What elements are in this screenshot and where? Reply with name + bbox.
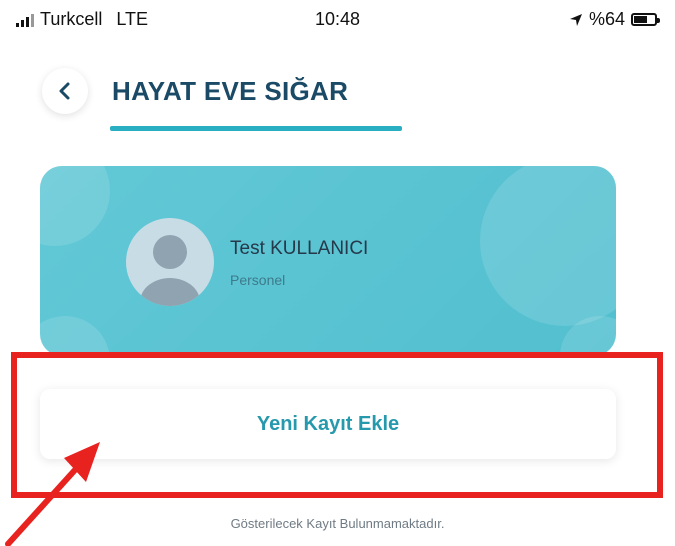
decor-bubble [40, 316, 110, 356]
back-button[interactable] [42, 68, 88, 114]
battery-percent: %64 [588, 9, 625, 29]
decor-bubble [40, 166, 110, 246]
avatar [126, 218, 214, 306]
location-arrow-icon [569, 13, 582, 26]
user-name: Test KULLANICI [230, 238, 369, 259]
battery-icon [631, 13, 660, 26]
status-right: %64 [569, 9, 660, 30]
profile-card: Test KULLANICI Personel [40, 166, 616, 356]
user-role: Personel [230, 272, 286, 288]
decor-bubble [480, 166, 616, 326]
empty-state-message: Gösterilecek Kayıt Bulunmamaktadır. [230, 516, 445, 531]
user-icon [140, 235, 200, 306]
status-bar: Turkcell LTE 10:48 %64 [0, 0, 675, 38]
title-underline [110, 126, 402, 131]
add-record-button[interactable]: Yeni Kayıt Ekle [40, 389, 616, 459]
page-title: HAYAT EVE SIĞAR [112, 76, 349, 106]
chevron-left-icon [59, 82, 70, 100]
